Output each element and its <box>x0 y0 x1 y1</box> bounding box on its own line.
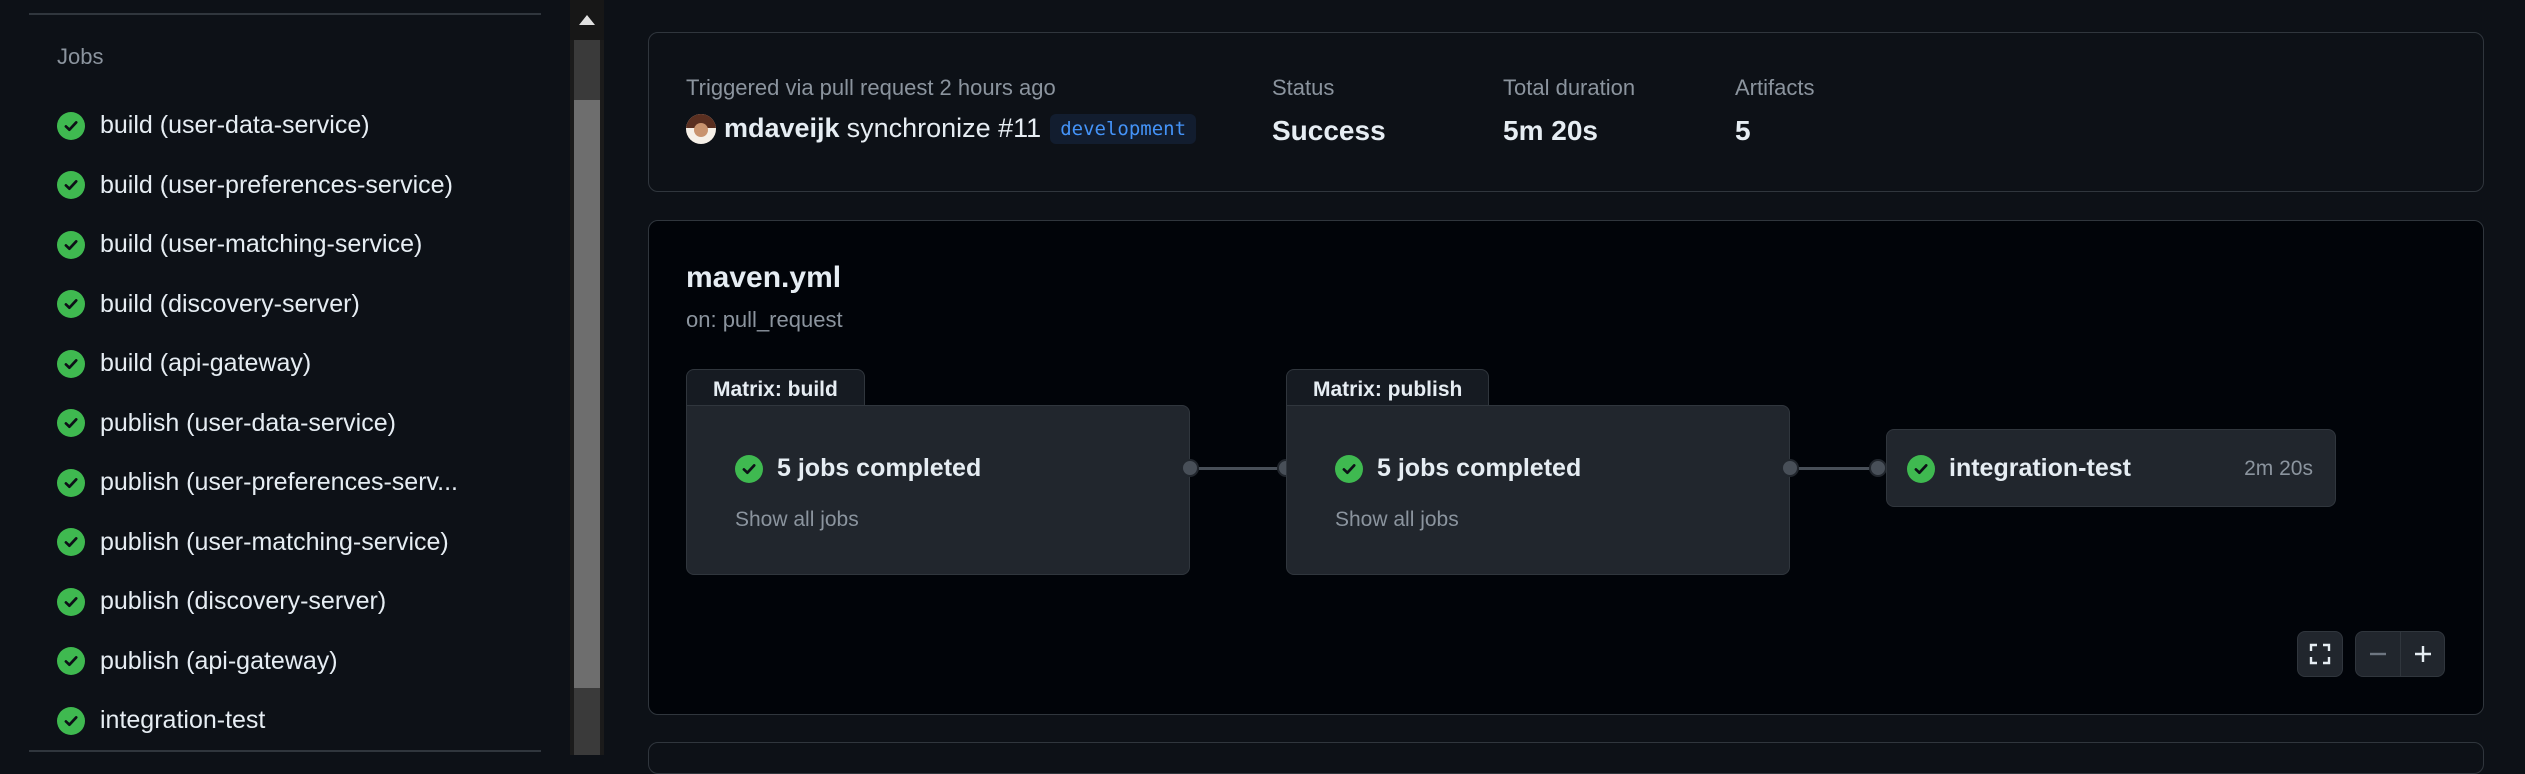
sidebar-job-item[interactable]: build (discovery-server) <box>57 275 458 335</box>
check-circle-icon <box>57 409 85 438</box>
jobs-sidebar: Jobs build (user-data-service) build (use… <box>0 0 570 755</box>
workflow-graph-card: maven.yml on: pull_request Matrix: build… <box>648 220 2484 715</box>
check-circle-icon <box>57 587 85 616</box>
show-all-jobs-link[interactable]: Show all jobs <box>1335 508 1459 532</box>
scroll-track[interactable] <box>574 688 600 755</box>
sidebar-job-label: publish (discovery-server) <box>100 587 387 616</box>
integration-test-duration: 2m 20s <box>2244 457 2313 480</box>
sidebar-job-item[interactable]: build (api-gateway) <box>57 334 458 394</box>
actor-link[interactable]: mdaveijk <box>724 113 840 144</box>
avatar[interactable] <box>686 113 716 144</box>
workflow-trigger: on: pull_request <box>686 307 843 332</box>
duration-value: 5m 20s <box>1503 115 1598 146</box>
zoom-controls <box>2355 631 2445 677</box>
sidebar-job-item[interactable]: publish (user-preferences-serv... <box>57 453 458 513</box>
graph-connector-port <box>1181 459 1199 477</box>
graph-edge <box>1199 467 1277 470</box>
check-circle-icon <box>57 528 85 557</box>
scroll-thumb[interactable] <box>574 100 600 688</box>
branch-badge[interactable]: development <box>1050 113 1197 144</box>
check-circle-icon <box>735 454 763 483</box>
sidebar-scrollbar[interactable] <box>570 0 604 755</box>
matrix-publish-tab: Matrix: publish <box>1286 369 1490 409</box>
artifacts-label: Artifacts <box>1735 75 1815 100</box>
matrix-build-tab: Matrix: build <box>686 369 865 409</box>
status-value: Success <box>1272 115 1386 146</box>
integration-test-status: integration-test <box>1907 454 2131 483</box>
check-circle-icon <box>1335 454 1363 483</box>
zoom-out-button[interactable] <box>2356 632 2400 676</box>
graph-edge <box>1799 467 1869 470</box>
graph-connector-port <box>1869 459 1887 477</box>
minus-icon <box>2369 652 2386 656</box>
sidebar-job-item[interactable]: publish (user-matching-service) <box>57 513 458 573</box>
next-section-card <box>648 742 2484 774</box>
sidebar-job-item[interactable]: build (user-data-service) <box>57 96 458 156</box>
artifacts-value[interactable]: 5 <box>1735 115 1814 147</box>
run-summary-card: Triggered via pull request 2 hours ago m… <box>648 32 2484 192</box>
status-stat: Status Success <box>1272 75 1386 147</box>
check-circle-icon <box>57 171 85 200</box>
matrix-build-status: 5 jobs completed <box>735 454 981 483</box>
job-list: build (user-data-service) build (user-pre… <box>57 96 458 751</box>
sidebar-job-label: build (user-data-service) <box>100 111 370 140</box>
matrix-build-node[interactable]: 5 jobs completed Show all jobs <box>686 405 1190 575</box>
sidebar-job-label: build (discovery-server) <box>100 289 360 318</box>
check-circle-icon <box>57 468 85 497</box>
workflow-file-name[interactable]: maven.yml <box>686 261 841 295</box>
trigger-label: Triggered via pull request 2 hours ago <box>686 75 1056 100</box>
fullscreen-button[interactable] <box>2297 631 2343 677</box>
sidebar-job-label: publish (user-preferences-serv... <box>100 468 459 497</box>
integration-test-title: integration-test <box>1949 454 2131 482</box>
sidebar-job-item[interactable]: publish (discovery-server) <box>57 572 458 632</box>
check-circle-icon <box>57 706 85 735</box>
show-all-jobs-link[interactable]: Show all jobs <box>735 508 859 532</box>
check-circle-icon <box>57 647 85 676</box>
sidebar-job-item[interactable]: publish (api-gateway) <box>57 632 458 692</box>
sidebar-job-item[interactable]: integration-test <box>57 691 458 751</box>
zoom-in-button[interactable] <box>2401 632 2445 676</box>
check-circle-icon <box>57 349 85 378</box>
sidebar-divider <box>29 13 541 15</box>
sidebar-job-label: build (user-preferences-service) <box>100 170 453 199</box>
sidebar-job-label: integration-test <box>100 706 266 735</box>
pull-request-event[interactable]: synchronize #11 <box>847 113 1042 144</box>
check-circle-icon <box>57 290 85 319</box>
duration-label: Total duration <box>1503 75 1636 100</box>
graph-connector-port <box>1781 459 1799 477</box>
status-label: Status <box>1272 75 1335 100</box>
artifacts-stat: Artifacts 5 <box>1735 75 1814 147</box>
matrix-publish-status: 5 jobs completed <box>1335 454 1581 483</box>
matrix-publish-title: 5 jobs completed <box>1377 454 1582 482</box>
check-circle-icon <box>1907 454 1935 483</box>
trigger-details: mdaveijk synchronize #11 development <box>686 113 1197 144</box>
sidebar-job-item[interactable]: publish (user-data-service) <box>57 394 458 454</box>
sidebar-job-label: build (user-matching-service) <box>100 230 423 259</box>
sidebar-job-item[interactable]: build (user-preferences-service) <box>57 156 458 216</box>
sidebar-job-label: publish (api-gateway) <box>100 646 338 675</box>
matrix-build-title: 5 jobs completed <box>777 454 982 482</box>
check-circle-icon <box>57 230 85 259</box>
sidebar-divider <box>29 750 541 752</box>
sidebar-job-item[interactable]: build (user-matching-service) <box>57 215 458 275</box>
duration-stat: Total duration 5m 20s <box>1503 75 1635 147</box>
plus-icon <box>2414 646 2431 662</box>
fullscreen-icon <box>2309 643 2331 665</box>
sidebar-job-label: publish (user-data-service) <box>100 408 396 437</box>
scroll-track[interactable] <box>574 40 600 100</box>
jobs-heading: Jobs <box>57 44 104 69</box>
sidebar-job-label: publish (user-matching-service) <box>100 527 449 556</box>
matrix-publish-node[interactable]: 5 jobs completed Show all jobs <box>1286 405 1790 575</box>
scroll-up-arrow-icon[interactable] <box>570 0 604 40</box>
check-circle-icon <box>57 111 85 140</box>
integration-test-node[interactable]: integration-test 2m 20s <box>1886 429 2336 507</box>
sidebar-job-label: build (api-gateway) <box>100 349 312 378</box>
